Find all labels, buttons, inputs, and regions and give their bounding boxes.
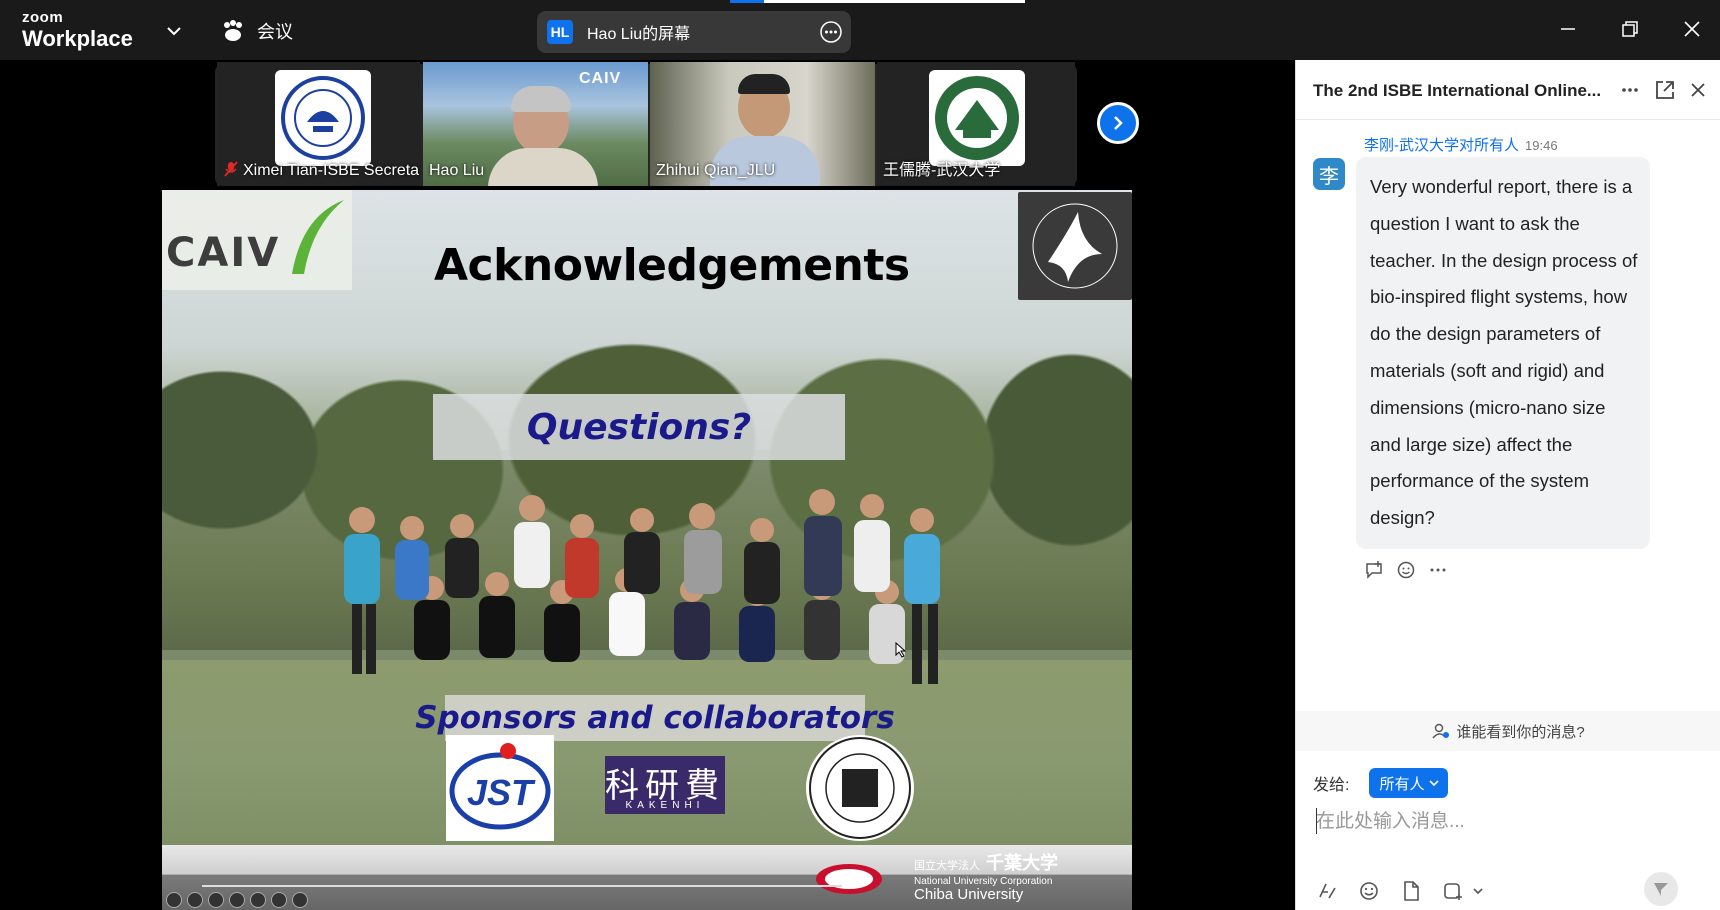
mouse-cursor-icon <box>895 642 907 658</box>
jsps-logo <box>806 735 914 841</box>
chevron-down-icon[interactable] <box>1472 885 1484 897</box>
shared-screen-slide: CAIV Acknowledgements Questions? Sponsor… <box>162 190 1132 910</box>
more-options-icon[interactable] <box>1428 560 1448 580</box>
participant-tile-ximei[interactable]: Ximei Tian-ISBE Secretary <box>217 62 420 186</box>
share-title: Hao Liu的屏幕 <box>587 26 691 43</box>
message-bubble: Very wonderful report, there is a questi… <box>1356 157 1650 549</box>
input-toolbar <box>1316 880 1484 902</box>
slide-progress-line <box>202 885 842 887</box>
participant-tile-zhihui[interactable]: Zhihui Qian_JLU <box>650 62 875 186</box>
caption-icon <box>229 892 245 908</box>
format-text-icon[interactable] <box>1316 880 1338 902</box>
forward-icon <box>292 892 308 908</box>
video-thumbnail-strip: Ximei Tian-ISBE Secretary CAIV Hao Liu Z… <box>0 60 1290 190</box>
restore-button[interactable] <box>1612 14 1648 44</box>
message-time: 19:46 <box>1525 138 1558 153</box>
pen-icon <box>187 892 203 908</box>
chat-title: The 2nd ISBE International Online... <box>1313 81 1602 100</box>
zoom-workplace-logo: zoom Workplace <box>22 10 133 50</box>
chevron-down-icon[interactable] <box>163 20 185 42</box>
zoom-window: zoom Workplace 会议 HL Hao Liu的屏幕 Ximei Ti… <box>0 0 1720 910</box>
participant-name: Hao Liu <box>429 162 485 179</box>
emoji-reaction-icon[interactable] <box>1396 560 1416 580</box>
sponsors-text: Sponsors and collaborators <box>415 700 895 736</box>
text-caret <box>1316 808 1317 834</box>
more-options-icon[interactable] <box>1619 79 1641 101</box>
emoji-icon[interactable] <box>1358 880 1380 902</box>
send-to-row: 发给: 所有人 <box>1313 768 1449 798</box>
paw-icon <box>224 20 242 41</box>
participant-name: Zhihui Qian_JLU <box>656 162 776 179</box>
avatar: 李 <box>1313 158 1345 190</box>
meeting-menu-label: 会议 <box>257 22 293 42</box>
chiba-lab-logo <box>1018 192 1132 300</box>
logo-line2: Workplace <box>22 26 133 51</box>
zoom-icon <box>208 892 224 908</box>
more-icon <box>271 892 287 908</box>
recipient-value: 所有人 <box>1379 775 1425 793</box>
jilin-university-logo <box>275 70 371 166</box>
participant-tile-wang[interactable]: 王儒腾-武汉大学 <box>877 62 1075 186</box>
file-icon[interactable] <box>1400 880 1422 902</box>
screen-share-indicator[interactable]: HL Hao Liu的屏幕 <box>537 11 851 53</box>
kakenhi-logo: 科研費 KAKENHI <box>605 756 725 814</box>
svg-text:JST: JST <box>467 772 536 813</box>
send-icon <box>1654 883 1668 896</box>
questions-text: Questions? <box>526 406 752 448</box>
back-icon <box>166 892 182 908</box>
logo-line1: zoom <box>22 9 64 26</box>
who-can-see-link[interactable]: 谁能看到你的消息? <box>1296 711 1720 751</box>
muted-microphone-icon <box>224 161 238 177</box>
participant-name: Ximei Tian-ISBE Secretary <box>243 162 420 179</box>
video-icon <box>250 892 266 908</box>
recipient-label: 对所有人 <box>1459 137 1520 154</box>
top-progress-indicator <box>730 0 1025 3</box>
send-button[interactable] <box>1644 872 1678 906</box>
sender-name[interactable]: 李刚-武汉大学 <box>1364 137 1459 154</box>
slide-title: Acknowledgements <box>434 240 910 291</box>
reply-icon[interactable] <box>1364 560 1384 580</box>
chevron-down-icon <box>1429 780 1440 787</box>
close-icon[interactable] <box>1687 79 1709 101</box>
screenshot-icon[interactable] <box>1442 880 1464 902</box>
jst-logo: JST <box>446 735 554 841</box>
caiv-watermark: CAIV <box>579 70 622 87</box>
participant-tile-hao-liu[interactable]: CAIV Hao Liu <box>423 62 648 186</box>
caiv-logo: CAIV <box>162 190 352 290</box>
participant-name: 王儒腾-武汉大学 <box>883 162 1001 179</box>
message-input[interactable] <box>1316 802 1706 842</box>
message-actions <box>1364 560 1448 580</box>
next-page-button[interactable] <box>1097 102 1139 144</box>
send-to-label: 发给: <box>1313 777 1350 794</box>
title-bar: zoom Workplace 会议 HL Hao Liu的屏幕 <box>0 0 1720 60</box>
slide-controls <box>162 890 882 910</box>
chat-panel: The 2nd ISBE International Online... 李刚-… <box>1295 60 1720 910</box>
popout-icon[interactable] <box>1654 79 1676 101</box>
more-options-icon[interactable] <box>819 20 843 44</box>
chiba-university-text: 国立大学法人 千葉大学 National University Corporati… <box>914 853 1058 903</box>
recipient-dropdown[interactable]: 所有人 <box>1369 768 1449 798</box>
message-sender-line: 李刚-武汉大学对所有人 19:46 <box>1364 134 1558 155</box>
who-can-see-text: 谁能看到你的消息? <box>1456 723 1585 741</box>
minimize-button[interactable] <box>1550 14 1586 44</box>
sharer-avatar: HL <box>547 20 573 44</box>
message-text: Very wonderful report, there is a questi… <box>1370 176 1638 529</box>
chat-header: The 2nd ISBE International Online... <box>1296 60 1720 120</box>
chevron-right-icon <box>1114 116 1123 130</box>
questions-box: Questions? <box>433 394 845 460</box>
close-button[interactable] <box>1674 14 1710 44</box>
meeting-menu-button[interactable]: 会议 <box>221 18 293 44</box>
wuhan-university-logo <box>929 70 1025 166</box>
user-info-icon <box>1432 723 1450 739</box>
